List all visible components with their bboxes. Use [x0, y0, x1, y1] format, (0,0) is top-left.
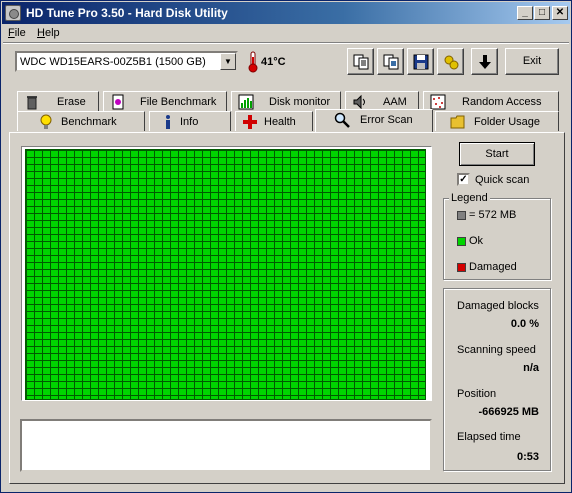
copy-screenshot-button[interactable]: [377, 48, 404, 75]
minimize-button[interactable]: _: [517, 6, 533, 20]
close-button[interactable]: ✕: [552, 6, 568, 20]
elapsed-time-label: Elapsed time: [457, 431, 521, 443]
legend-swatch-size: [457, 211, 466, 220]
scanning-speed-label: Scanning speed: [457, 344, 536, 356]
drive-select-value: WDC WD15EARS-00Z5B1 (1500 GB): [20, 56, 206, 68]
stats-group: [443, 288, 551, 471]
tab-label: AAM: [383, 96, 407, 108]
tab-erase[interactable]: Erase: [17, 91, 99, 111]
tab-benchmark[interactable]: Benchmark: [17, 111, 145, 131]
thermometer-icon: [248, 51, 258, 73]
tab-error-scan[interactable]: Error Scan: [315, 109, 433, 132]
legend-swatch-damaged: [457, 263, 466, 272]
menu-separator: [3, 42, 569, 44]
options-button[interactable]: [437, 48, 464, 75]
tab-aam[interactable]: AAM: [345, 91, 419, 111]
drive-select[interactable]: WDC WD15EARS-00Z5B1 (1500 GB) ▼: [15, 51, 238, 72]
tab-label: Random Access: [462, 96, 542, 108]
quick-scan-checkbox[interactable]: ✓: [457, 173, 470, 186]
random-access-icon: [430, 94, 446, 110]
tab-label: Error Scan: [360, 114, 413, 126]
legend-ok-label: Ok: [469, 235, 484, 247]
options-icon: [444, 55, 459, 70]
download-arrow-icon: [479, 55, 491, 69]
health-cross-icon: [243, 115, 257, 129]
tab-info[interactable]: Info: [149, 111, 231, 131]
damaged-blocks-label: Damaged blocks: [457, 300, 539, 312]
copy-text-icon: [353, 54, 369, 70]
damaged-blocks-value: 0.0 %: [510, 318, 539, 330]
position-label: Position: [457, 388, 497, 400]
hdtune-app-icon: [5, 5, 21, 21]
legend-damaged-label: Damaged: [469, 261, 517, 273]
tab-label: Disk monitor: [269, 96, 331, 108]
quick-scan-label: Quick scan: [475, 174, 530, 186]
disk-monitor-icon: [238, 94, 254, 110]
app-window: HD Tune Pro 3.50 - Hard Disk Utility _ □…: [0, 0, 572, 493]
tab-label: Folder Usage: [474, 116, 541, 128]
maximize-button[interactable]: □: [534, 6, 550, 20]
legend-title: Legend: [449, 192, 490, 204]
folder-icon: [450, 115, 465, 129]
tab-random-access[interactable]: Random Access: [423, 91, 559, 111]
tab-health[interactable]: Health: [235, 111, 313, 131]
save-icon: [413, 54, 429, 70]
scan-log-box[interactable]: [20, 419, 432, 472]
copy-screenshot-icon: [383, 54, 399, 70]
temperature-readout: 41°C: [261, 56, 286, 68]
download-button[interactable]: [471, 48, 498, 75]
block-map-grid: [25, 149, 426, 400]
legend-swatch-ok: [457, 237, 466, 246]
copy-text-button[interactable]: [347, 48, 374, 75]
menu-help[interactable]: Help: [37, 27, 60, 39]
scanning-speed-value: n/a: [523, 362, 539, 374]
speaker-icon: [353, 94, 365, 110]
start-button[interactable]: Start: [459, 142, 535, 166]
tab-label: File Benchmark: [140, 96, 217, 108]
tab-disk-monitor[interactable]: Disk monitor: [231, 91, 341, 111]
menu-bar: File Help: [2, 25, 570, 42]
legend-size-label: = 572 MB: [469, 209, 517, 221]
trash-icon: [27, 96, 37, 110]
chevron-down-icon[interactable]: ▼: [220, 53, 236, 70]
position-value: -666925 MB: [478, 406, 539, 418]
title-bar[interactable]: HD Tune Pro 3.50 - Hard Disk Utility _ □…: [2, 2, 570, 24]
tab-label: Health: [264, 116, 296, 128]
tab-label: Benchmark: [61, 116, 117, 128]
elapsed-time-value: 0:53: [516, 451, 539, 463]
tab-folder-usage[interactable]: Folder Usage: [435, 111, 559, 131]
save-button[interactable]: [407, 48, 434, 75]
lightbulb-icon: [40, 114, 52, 129]
tab-file-benchmark[interactable]: File Benchmark: [103, 91, 227, 111]
exit-button[interactable]: Exit: [505, 48, 559, 75]
tab-label: Info: [180, 116, 199, 128]
tab-label: Erase: [57, 96, 86, 108]
file-benchmark-icon: [112, 94, 124, 110]
info-icon: [166, 115, 170, 129]
window-title: HD Tune Pro 3.50 - Hard Disk Utility: [26, 6, 228, 20]
menu-file[interactable]: File: [8, 27, 26, 39]
magnifier-icon: [334, 112, 350, 128]
